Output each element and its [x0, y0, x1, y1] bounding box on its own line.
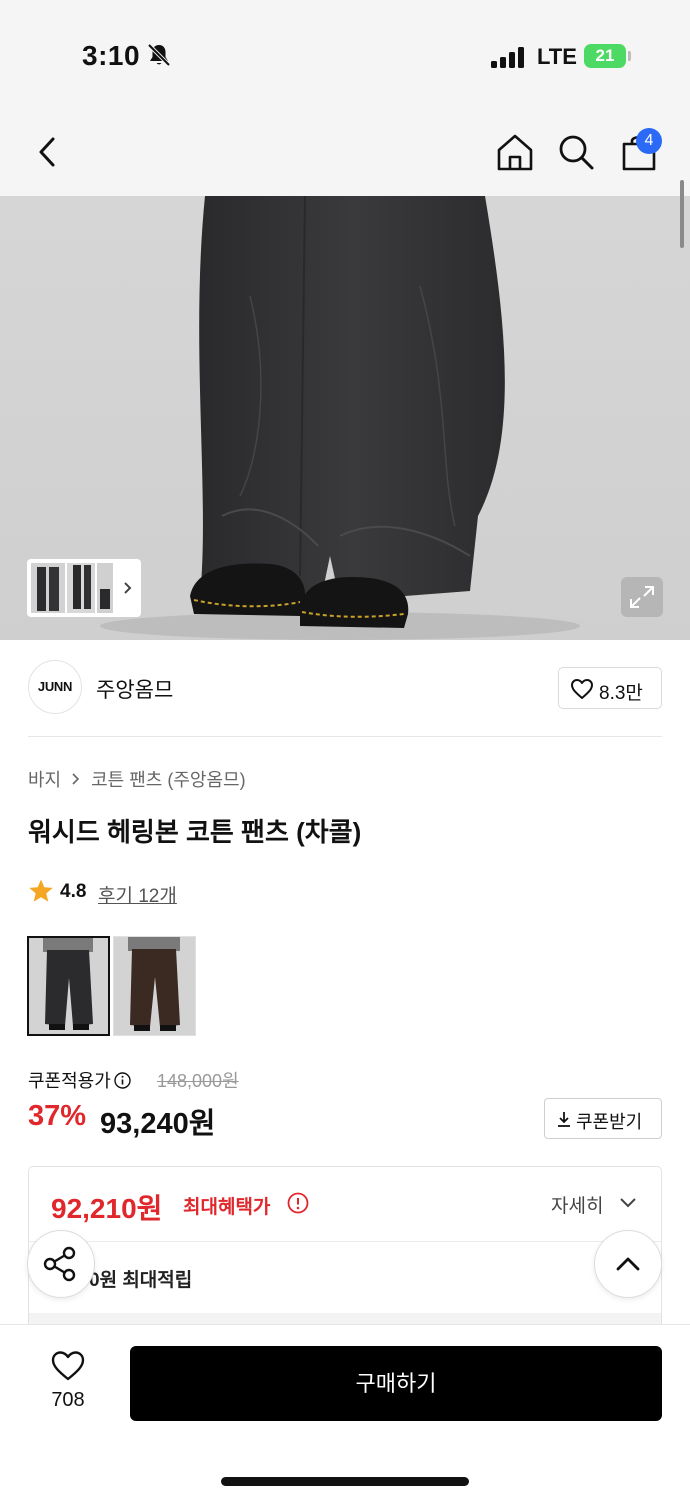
battery-icon: 21 [584, 44, 626, 68]
swatch-image-brown [114, 937, 195, 1035]
swatch-image-charcoal [29, 938, 108, 1034]
info-icon[interactable] [114, 1072, 131, 1089]
breadcrumb-subcategory[interactable]: 코튼 팬츠 (주앙옴므) [91, 770, 245, 790]
max-benefit-label: 최대혜택가 [183, 1197, 271, 1218]
product-title: 워시드 헤링본 코튼 팬츠 (차콜) [28, 817, 362, 847]
benefit-detail-toggle[interactable]: 자세히 [551, 1191, 603, 1218]
scroll-to-top-button[interactable] [594, 1230, 662, 1298]
top-nav-bar [0, 100, 690, 196]
get-coupon-button[interactable]: 쿠폰받기 [544, 1098, 662, 1139]
signal-icon [491, 47, 524, 68]
sale-price: 93,240원 [100, 1108, 216, 1140]
battery-level: 21 [595, 46, 615, 65]
breadcrumb-category[interactable]: 바지 [28, 770, 61, 790]
max-points: 0원 최대적립 [89, 1270, 193, 1291]
color-option-brown[interactable] [113, 936, 196, 1036]
home-indicator[interactable] [221, 1477, 469, 1486]
share-button[interactable] [27, 1230, 95, 1298]
scrollbar[interactable] [680, 180, 684, 248]
get-coupon-label: 쿠폰받기 [576, 1112, 643, 1132]
image-thumbnail-strip[interactable] [27, 559, 141, 617]
brand-like-button[interactable]: 8.3만 [558, 667, 662, 709]
divider [28, 736, 662, 737]
network-label: LTE [537, 44, 577, 69]
search-icon[interactable] [554, 130, 598, 174]
original-price: 148,000원 [157, 1071, 239, 1091]
bell-muted-icon [147, 43, 171, 67]
review-count-link[interactable]: 후기 12개 [98, 881, 177, 908]
share-icon [43, 1246, 76, 1282]
brand-like-count: 8.3만 [599, 683, 643, 704]
status-time: 3:10 [82, 40, 141, 71]
color-option-charcoal[interactable] [27, 936, 110, 1036]
status-bar: 3:10 LTE 21 [0, 0, 690, 100]
expand-button[interactable] [621, 577, 663, 617]
chevron-up-icon [616, 1257, 640, 1271]
home-icon[interactable] [493, 130, 537, 174]
star-icon [29, 879, 53, 902]
coupon-price-label: 쿠폰적용가 [28, 1067, 131, 1093]
max-benefit-price: 92,210원 [51, 1193, 163, 1224]
expand-icon [630, 586, 654, 608]
cart-count-badge: 4 [636, 128, 662, 154]
wish-count: 708 [51, 1389, 85, 1411]
benefit-box: 92,210원 최대혜택가 자세히 0원 최대적립 [28, 1166, 662, 1336]
brand-logo[interactable]: JUNN [28, 660, 82, 714]
breadcrumb: 바지 코튼 팬츠 (주앙옴므) [28, 766, 246, 792]
chevron-left-icon[interactable] [26, 130, 70, 174]
thumbnail-image [29, 561, 139, 615]
download-icon [558, 1112, 570, 1127]
heart-outline-icon[interactable] [50, 1350, 86, 1382]
buy-button[interactable]: 구매하기 [130, 1346, 662, 1421]
heart-outline-icon [571, 679, 593, 699]
battery-cap [628, 51, 631, 61]
brand-row[interactable]: JUNN 주앙옴므 8.3만 [28, 660, 662, 716]
info-icon[interactable] [287, 1192, 309, 1214]
rating-value: 4.8 [60, 881, 87, 902]
coupon-price-label-text: 쿠폰적용가 [28, 1071, 111, 1091]
discount-rate: 37% [28, 1100, 87, 1132]
chevron-down-icon[interactable] [619, 1197, 637, 1209]
divider [29, 1241, 661, 1242]
chevron-right-icon [72, 773, 80, 785]
brand-name[interactable]: 주앙옴므 [96, 674, 173, 704]
